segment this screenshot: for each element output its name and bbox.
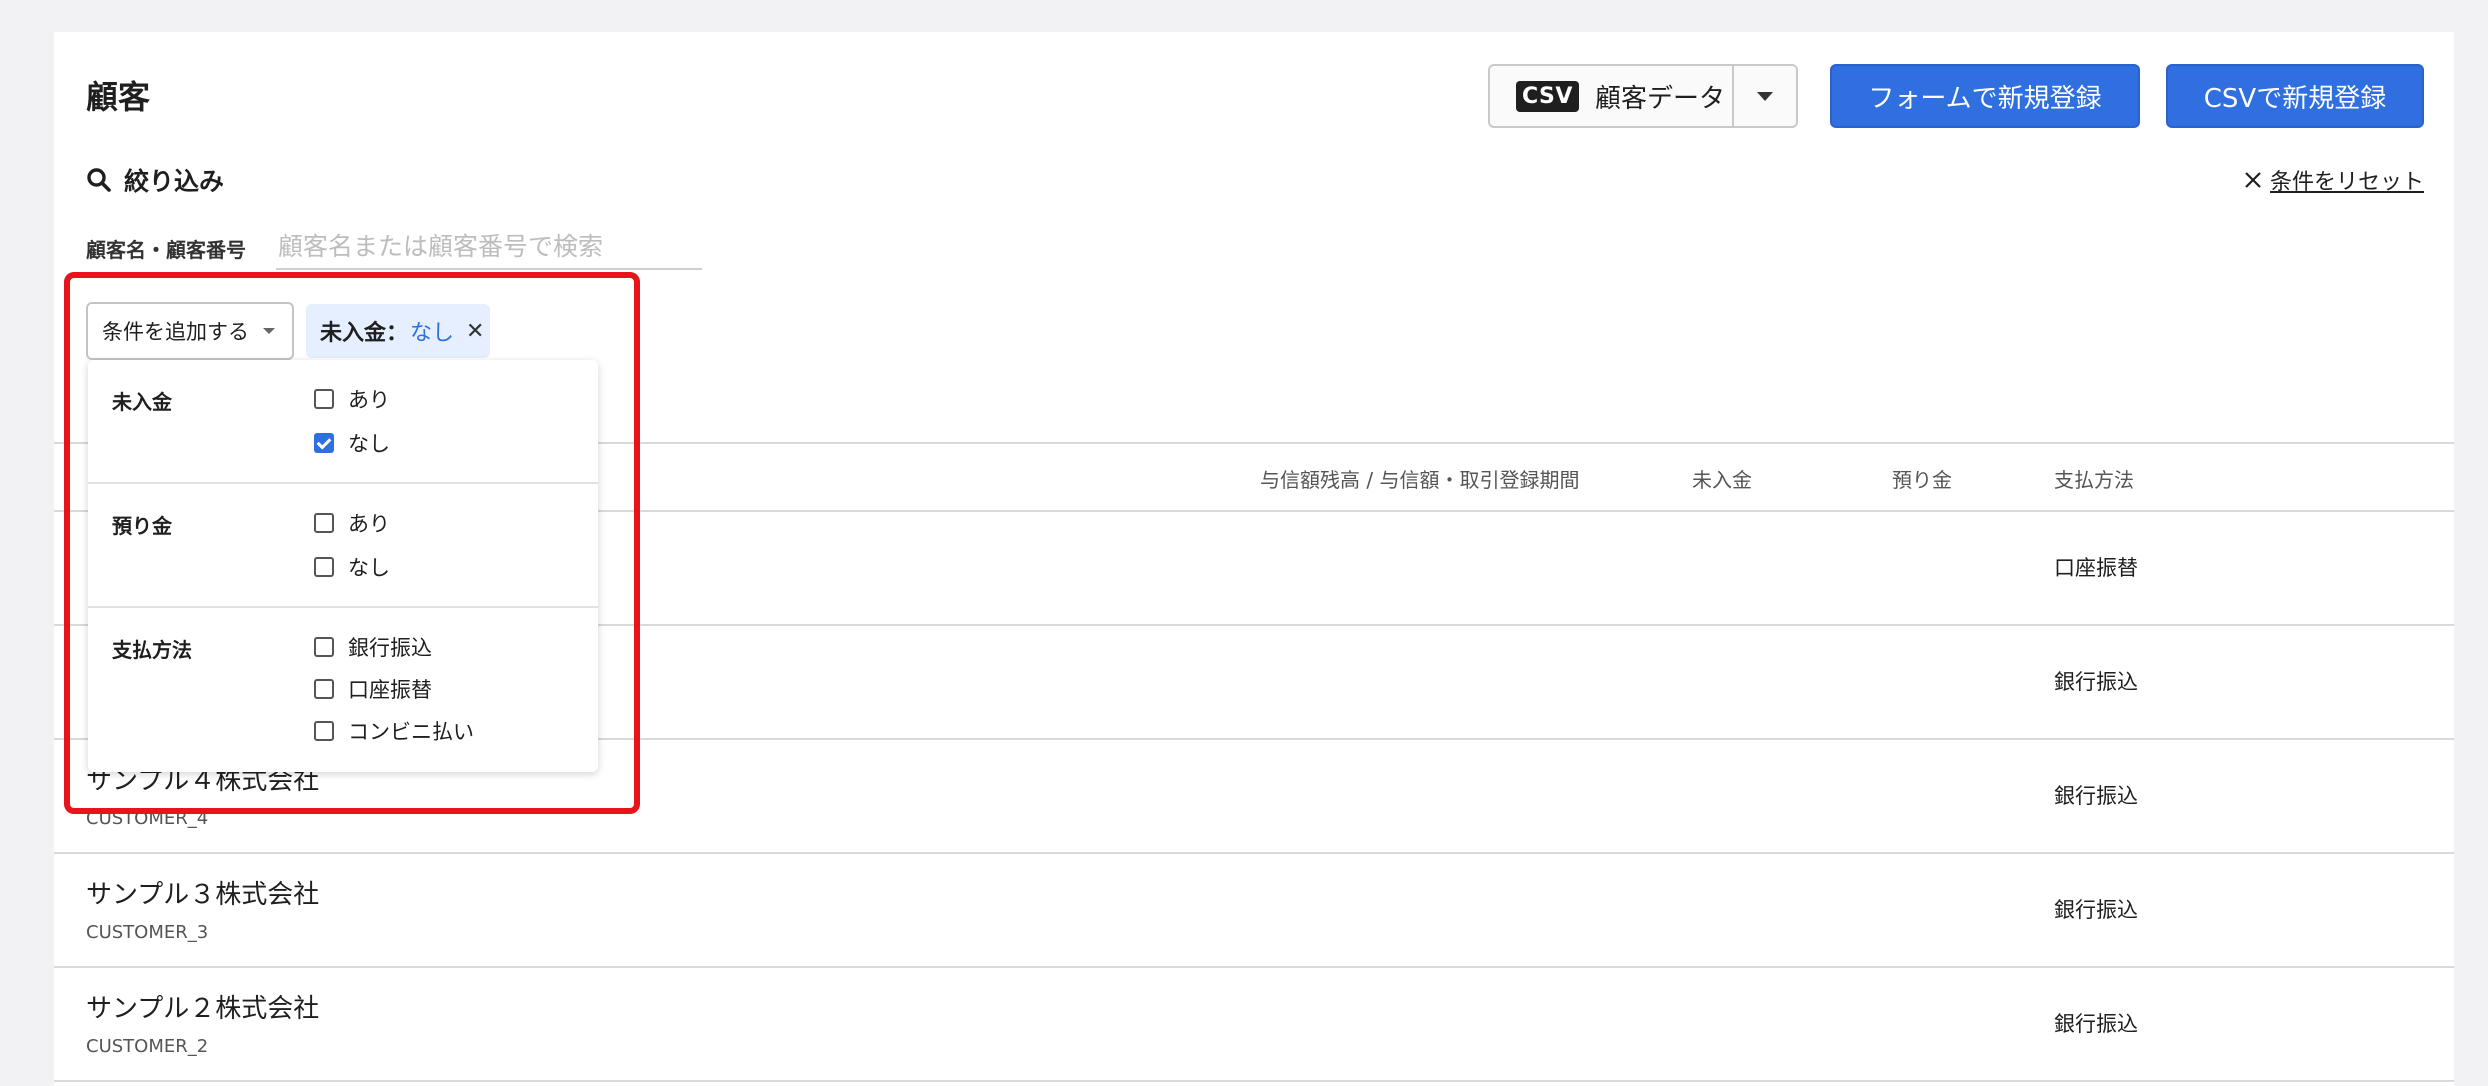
csv-register-button[interactable]: CSVで新規登録 xyxy=(2166,64,2424,128)
search-icon xyxy=(87,168,111,192)
row-customer-name: サンプル２株式会社 xyxy=(86,994,320,1024)
page-title: 顧客 xyxy=(86,78,151,116)
dd-option-unpaid-no[interactable]: なし xyxy=(314,428,390,458)
row-customer-name: サンプル３株式会社 xyxy=(86,880,320,910)
filter-chip: 未入金： なし ✕ xyxy=(306,304,490,358)
row-payment: 銀行振込 xyxy=(2054,898,2138,922)
checkbox[interactable] xyxy=(314,557,334,577)
csv-export-button[interactable]: CSV 顧客データ xyxy=(1490,66,1734,126)
dd-divider xyxy=(88,482,598,484)
checkbox[interactable] xyxy=(314,637,334,657)
table-divider xyxy=(54,966,2454,968)
form-register-button[interactable]: フォームで新規登録 xyxy=(1830,64,2140,128)
reset-filters-label: 条件をリセット xyxy=(2269,170,2424,195)
csv-icon: CSV xyxy=(1516,80,1579,112)
dd-option-label: 口座振替 xyxy=(348,678,432,702)
dd-option-direct-debit[interactable]: 口座振替 xyxy=(314,674,432,704)
checkbox-checked[interactable] xyxy=(314,433,334,453)
search-label: 顧客名・顧客番号 xyxy=(86,238,246,262)
col-header-deposit: 預り金 xyxy=(1892,468,1952,492)
row-customer-code: CUSTOMER_2 xyxy=(86,1036,209,1057)
caret-down-icon xyxy=(263,328,275,334)
dd-option-deposit-yes[interactable]: あり xyxy=(314,508,390,538)
condition-dropdown: 未入金 あり なし 預り金 あり なし 支払方法 銀行振込 口座振替 コンビニ払… xyxy=(88,360,598,772)
dd-option-deposit-no[interactable]: なし xyxy=(314,552,390,582)
filter-heading: 絞り込み xyxy=(86,162,224,198)
table-divider xyxy=(54,852,2454,854)
table-divider xyxy=(54,1080,2454,1082)
dd-option-convenience-store[interactable]: コンビニ払い xyxy=(314,716,474,746)
search-input[interactable] xyxy=(276,224,702,270)
dd-option-label: あり xyxy=(348,388,390,412)
row-payment: 銀行振込 xyxy=(2054,784,2138,808)
dd-option-label: あり xyxy=(348,512,390,536)
checkbox[interactable] xyxy=(314,679,334,699)
dd-option-bank-transfer[interactable]: 銀行振込 xyxy=(314,632,432,662)
row-customer-code: CUSTOMER_4 xyxy=(86,808,209,829)
dd-divider xyxy=(88,606,598,608)
close-icon xyxy=(2245,172,2261,188)
dd-label-payment: 支払方法 xyxy=(112,638,192,662)
dd-label-unpaid: 未入金 xyxy=(112,390,172,414)
chevron-down-icon xyxy=(1757,91,1773,101)
filter-heading-label: 絞り込み xyxy=(124,167,225,196)
dd-option-unpaid-yes[interactable]: あり xyxy=(314,384,390,414)
row-payment: 銀行振込 xyxy=(2054,1012,2138,1036)
dd-option-label: コンビニ払い xyxy=(348,720,474,744)
csv-export-menu-toggle[interactable] xyxy=(1734,66,1796,126)
filter-chip-value: なし xyxy=(410,321,455,346)
checkbox[interactable] xyxy=(314,389,334,409)
col-header-payment: 支払方法 xyxy=(2054,468,2134,492)
col-header-credit: 与信額残高 / 与信額・取引登録期間 xyxy=(1260,468,1580,492)
dd-option-label: 銀行振込 xyxy=(348,636,432,660)
row-payment: 口座振替 xyxy=(2054,556,2138,580)
col-header-unpaid: 未入金 xyxy=(1692,468,1752,492)
checkbox[interactable] xyxy=(314,513,334,533)
row-customer-code: CUSTOMER_3 xyxy=(86,922,209,943)
checkbox[interactable] xyxy=(314,721,334,741)
remove-chip-icon[interactable]: ✕ xyxy=(466,319,484,344)
csv-export-label: 顧客データ xyxy=(1594,83,1725,114)
filter-chip-key: 未入金： xyxy=(320,321,409,346)
add-condition-button[interactable]: 条件を追加する xyxy=(86,302,294,360)
row-payment: 銀行振込 xyxy=(2054,670,2138,694)
add-condition-label: 条件を追加する xyxy=(102,320,249,344)
dd-option-label: なし xyxy=(348,432,390,456)
dd-option-label: なし xyxy=(348,556,390,580)
reset-filters-link[interactable]: 条件をリセット xyxy=(2244,164,2424,196)
csv-export-split-button: CSV 顧客データ xyxy=(1488,64,1798,128)
dd-label-deposit: 預り金 xyxy=(112,514,172,538)
